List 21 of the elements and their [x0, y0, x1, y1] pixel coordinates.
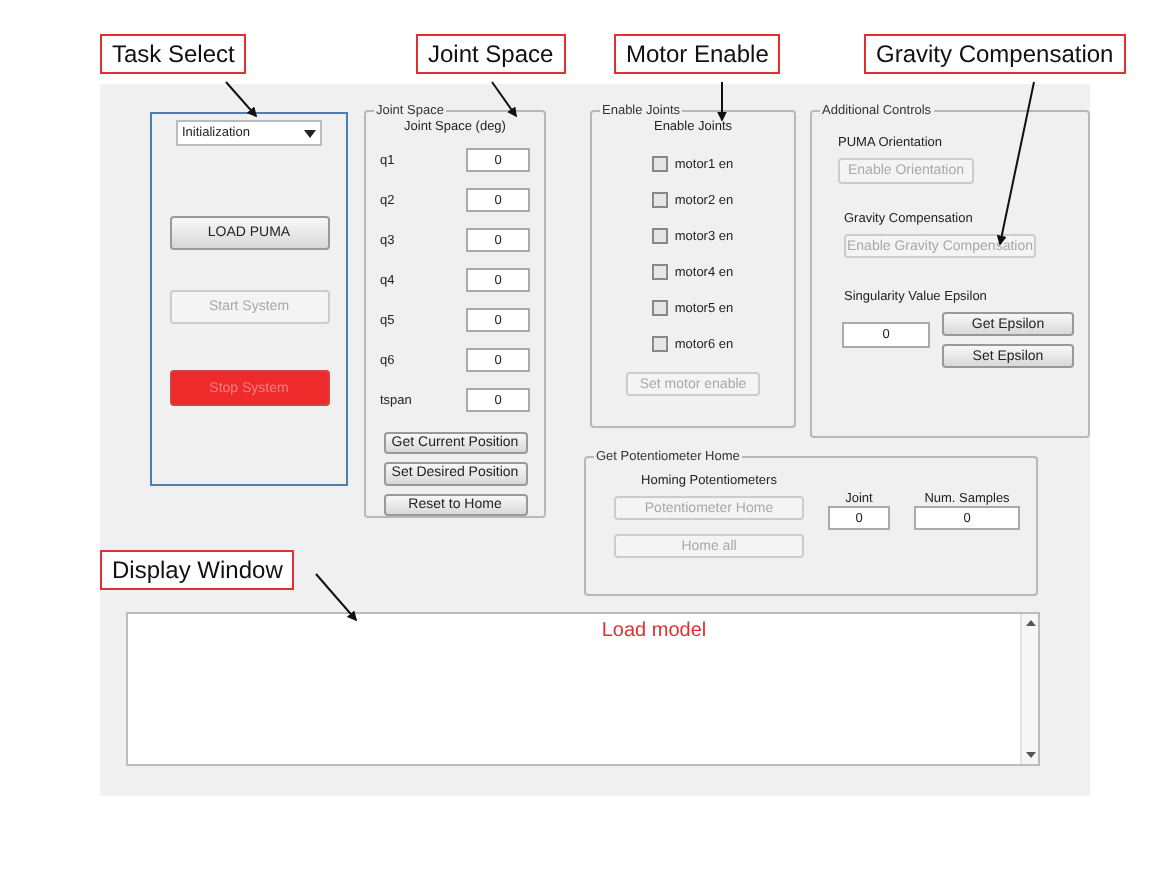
callout-label: Gravity Compensation [864, 34, 1126, 74]
scroll-up-icon [1025, 620, 1035, 626]
caret-icon [304, 129, 316, 137]
callout-label: Joint Space [416, 34, 566, 74]
motor-checkbox[interactable] [652, 264, 669, 280]
motor-checkbox[interactable] [652, 300, 669, 316]
callout-arrow [491, 81, 517, 118]
display-text-area[interactable]: Load model [126, 612, 1040, 766]
callout-arrow [225, 81, 258, 118]
callout-label: Display Window [100, 550, 295, 590]
callout-label: Motor Enable [614, 34, 781, 74]
motor-checkbox[interactable] [652, 156, 669, 172]
callout-label: Task Select [100, 34, 247, 74]
callout-arrow [315, 573, 358, 622]
motor-checkbox[interactable] [652, 228, 669, 244]
scroll-bar[interactable] [1020, 614, 1038, 764]
motor-checkbox[interactable] [652, 192, 669, 208]
scroll-down-icon [1025, 752, 1035, 758]
display-message: Load model [599, 618, 709, 646]
callout-arrow [717, 81, 727, 122]
motor-checkbox[interactable] [652, 336, 669, 352]
